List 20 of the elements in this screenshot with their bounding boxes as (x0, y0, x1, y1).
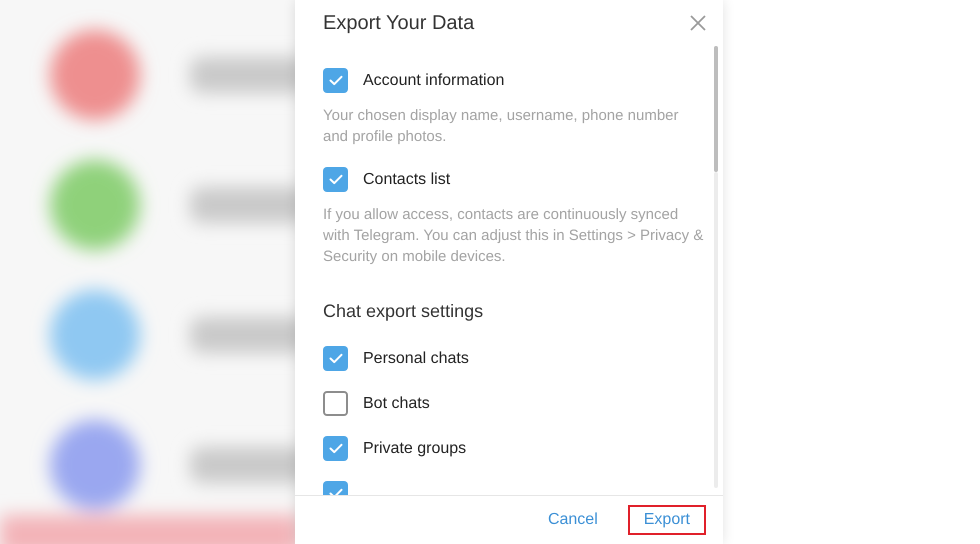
checkbox[interactable] (323, 68, 348, 93)
check-icon (328, 75, 342, 86)
checkbox[interactable] (323, 436, 348, 461)
checkbox-label[interactable]: Bot chats (363, 394, 430, 412)
dialog-title: Export Your Data (323, 12, 474, 34)
scrollbar-thumb[interactable] (714, 46, 718, 172)
check-icon (328, 353, 342, 364)
checkbox[interactable] (323, 167, 348, 192)
checkbox-label[interactable]: Account information (363, 72, 504, 90)
option-description: Your chosen display name, username, phone number and profile photos. (323, 106, 680, 147)
checkbox[interactable] (323, 346, 348, 371)
section-heading: Chat export settings (323, 301, 484, 322)
checkbox[interactable] (323, 391, 348, 416)
close-icon[interactable] (690, 15, 706, 31)
check-icon (328, 443, 342, 454)
checkbox-label[interactable]: Personal chats (363, 350, 469, 368)
checkbox-label[interactable]: Contacts list (363, 170, 450, 188)
check-icon (328, 174, 342, 185)
option-description: If you allow access, contacts are continuously synced with Telegram. You can adjust this in Settings > Privacy & Security on mobile devices. (323, 205, 704, 267)
checkbox-label[interactable]: Private groups (363, 440, 466, 458)
